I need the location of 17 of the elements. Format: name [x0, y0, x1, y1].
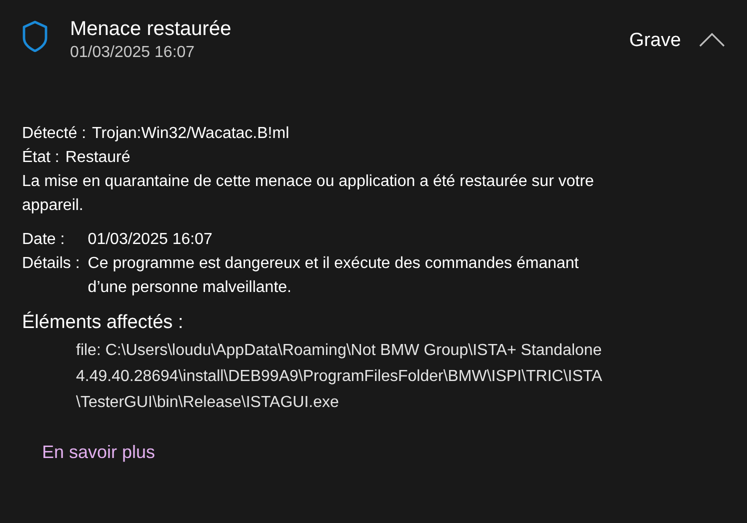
severity-label: Grave — [629, 30, 681, 52]
collapse-button[interactable] — [699, 32, 725, 48]
restore-message: La mise en quarantaine de cette menace ou application a été restaurée sur votre appareil. — [22, 172, 595, 216]
threat-title: Menace restaurée — [70, 17, 232, 42]
file-path: file: C:\Users\loudu\AppData\Roaming\Not BMW Group\ISTA+ Standalone 4.49.40.28694\install\DEB99A9\ProgramFilesFolder\BMW\ISPI\TRIC\ISTA \TesterGUI\bin\Release\ISTAGUI.exe — [76, 341, 604, 413]
field-value: Ce programme est dangereux et il exécute des commandes émanant d’une personne malveillante. — [88, 254, 580, 298]
shield-icon — [22, 20, 48, 52]
field-value: Trojan:Win32/Wacatac.B!ml — [92, 124, 290, 144]
field-label: Détails : — [22, 254, 80, 274]
learn-more-link[interactable]: En savoir plus — [42, 440, 156, 464]
field-value: 01/03/2025 16:07 — [88, 230, 214, 250]
affected-items-heading: Éléments affectés : — [22, 310, 184, 335]
field-label: Détecté : — [22, 124, 86, 144]
field-value: Restauré — [65, 148, 130, 168]
field-label: Date : — [22, 230, 66, 250]
threat-timestamp: 01/03/2025 16:07 — [70, 43, 196, 63]
field-label: État : — [22, 147, 60, 168]
